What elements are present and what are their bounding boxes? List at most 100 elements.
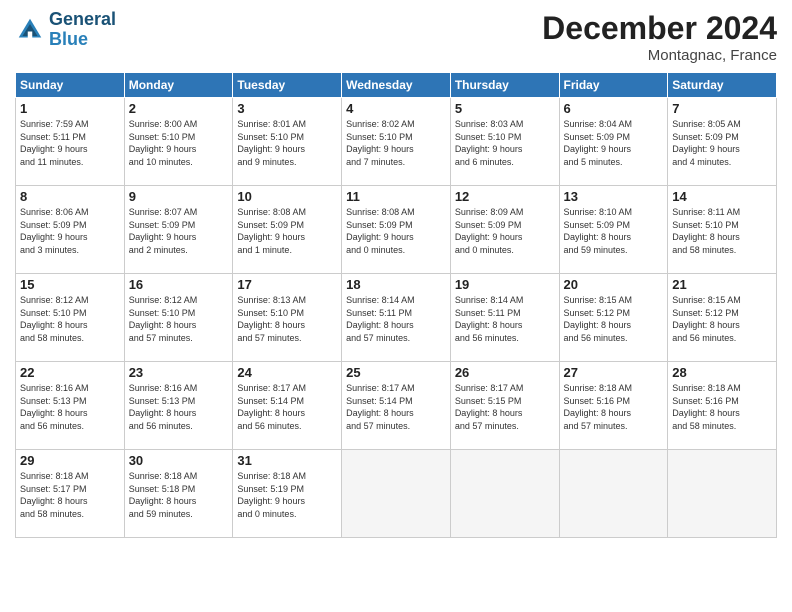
- calendar-day: 17 Sunrise: 8:13 AM Sunset: 5:10 PM Dayli…: [233, 274, 342, 362]
- day-info: Sunrise: 8:08 AM Sunset: 5:09 PM Dayligh…: [237, 206, 337, 256]
- day-info: Sunrise: 8:07 AM Sunset: 5:09 PM Dayligh…: [129, 206, 229, 256]
- calendar-day: 27 Sunrise: 8:18 AM Sunset: 5:16 PM Dayli…: [559, 362, 668, 450]
- calendar-day: [668, 450, 777, 538]
- calendar-day: 13 Sunrise: 8:10 AM Sunset: 5:09 PM Dayli…: [559, 186, 668, 274]
- day-number: 14: [672, 189, 772, 204]
- calendar-day: 25 Sunrise: 8:17 AM Sunset: 5:14 PM Dayli…: [342, 362, 451, 450]
- calendar-day: [342, 450, 451, 538]
- day-info: Sunrise: 8:04 AM Sunset: 5:09 PM Dayligh…: [564, 118, 664, 168]
- day-info: Sunrise: 8:14 AM Sunset: 5:11 PM Dayligh…: [346, 294, 446, 344]
- day-number: 31: [237, 453, 337, 468]
- day-number: 24: [237, 365, 337, 380]
- day-number: 13: [564, 189, 664, 204]
- day-number: 6: [564, 101, 664, 116]
- day-number: 5: [455, 101, 555, 116]
- day-number: 15: [20, 277, 120, 292]
- calendar-day: 2Sunrise: 8:00 AM Sunset: 5:10 PM Daylig…: [124, 98, 233, 186]
- logo-text: General Blue: [49, 10, 116, 50]
- day-number: 19: [455, 277, 555, 292]
- calendar-day: 9 Sunrise: 8:07 AM Sunset: 5:09 PM Daylig…: [124, 186, 233, 274]
- day-number: 12: [455, 189, 555, 204]
- day-info: Sunrise: 8:17 AM Sunset: 5:14 PM Dayligh…: [237, 382, 337, 432]
- calendar-day: 5 Sunrise: 8:03 AM Sunset: 5:10 PM Daylig…: [450, 98, 559, 186]
- calendar-day: 29Sunrise: 8:18 AM Sunset: 5:17 PM Dayli…: [16, 450, 125, 538]
- day-number: 28: [672, 365, 772, 380]
- logo-line1: General: [49, 10, 116, 30]
- day-info: Sunrise: 8:09 AM Sunset: 5:09 PM Dayligh…: [455, 206, 555, 256]
- day-info: Sunrise: 8:17 AM Sunset: 5:14 PM Dayligh…: [346, 382, 446, 432]
- calendar-day: 31 Sunrise: 8:18 AM Sunset: 5:19 PM Dayli…: [233, 450, 342, 538]
- day-number: 9: [129, 189, 229, 204]
- logo-line2: Blue: [49, 30, 116, 50]
- day-info: Sunrise: 8:18 AM Sunset: 5:17 PM Dayligh…: [20, 470, 120, 520]
- calendar-day: 20 Sunrise: 8:15 AM Sunset: 5:12 PM Dayli…: [559, 274, 668, 362]
- day-number: 10: [237, 189, 337, 204]
- day-number: 21: [672, 277, 772, 292]
- day-number: 16: [129, 277, 229, 292]
- calendar-day: 19 Sunrise: 8:14 AM Sunset: 5:11 PM Dayli…: [450, 274, 559, 362]
- month-title: December 2024: [542, 10, 777, 47]
- calendar-day: 21Sunrise: 8:15 AM Sunset: 5:12 PM Dayli…: [668, 274, 777, 362]
- day-info: Sunrise: 8:18 AM Sunset: 5:18 PM Dayligh…: [129, 470, 229, 520]
- day-number: 2: [129, 101, 229, 116]
- day-info: Sunrise: 7:59 AM Sunset: 5:11 PM Dayligh…: [20, 118, 120, 168]
- header: General Blue December 2024 Montagnac, Fr…: [15, 10, 777, 64]
- col-tuesday: Tuesday: [233, 73, 342, 98]
- header-row: Sunday Monday Tuesday Wednesday Thursday…: [16, 73, 777, 98]
- day-number: 30: [129, 453, 229, 468]
- calendar-day: 12 Sunrise: 8:09 AM Sunset: 5:09 PM Dayli…: [450, 186, 559, 274]
- calendar-day: 8 Sunrise: 8:06 AM Sunset: 5:09 PM Daylig…: [16, 186, 125, 274]
- calendar-day: [559, 450, 668, 538]
- day-info: Sunrise: 8:08 AM Sunset: 5:09 PM Dayligh…: [346, 206, 446, 256]
- day-info: Sunrise: 8:10 AM Sunset: 5:09 PM Dayligh…: [564, 206, 664, 256]
- day-number: 4: [346, 101, 446, 116]
- calendar-week-1: 1Sunrise: 7:59 AM Sunset: 5:11 PM Daylig…: [16, 98, 777, 186]
- calendar-day: [450, 450, 559, 538]
- calendar-day: 18 Sunrise: 8:14 AM Sunset: 5:11 PM Dayli…: [342, 274, 451, 362]
- col-monday: Monday: [124, 73, 233, 98]
- day-number: 26: [455, 365, 555, 380]
- calendar-day: 4 Sunrise: 8:02 AM Sunset: 5:10 PM Daylig…: [342, 98, 451, 186]
- calendar-day: 16 Sunrise: 8:12 AM Sunset: 5:10 PM Dayli…: [124, 274, 233, 362]
- day-info: Sunrise: 8:03 AM Sunset: 5:10 PM Dayligh…: [455, 118, 555, 168]
- calendar-day: 24 Sunrise: 8:17 AM Sunset: 5:14 PM Dayli…: [233, 362, 342, 450]
- day-number: 17: [237, 277, 337, 292]
- day-number: 3: [237, 101, 337, 116]
- day-info: Sunrise: 8:16 AM Sunset: 5:13 PM Dayligh…: [129, 382, 229, 432]
- col-wednesday: Wednesday: [342, 73, 451, 98]
- day-number: 18: [346, 277, 446, 292]
- day-info: Sunrise: 8:02 AM Sunset: 5:10 PM Dayligh…: [346, 118, 446, 168]
- day-info: Sunrise: 8:12 AM Sunset: 5:10 PM Dayligh…: [129, 294, 229, 344]
- col-friday: Friday: [559, 73, 668, 98]
- day-info: Sunrise: 8:18 AM Sunset: 5:19 PM Dayligh…: [237, 470, 337, 520]
- location-subtitle: Montagnac, France: [542, 47, 777, 64]
- calendar-day: 1Sunrise: 7:59 AM Sunset: 5:11 PM Daylig…: [16, 98, 125, 186]
- day-info: Sunrise: 8:13 AM Sunset: 5:10 PM Dayligh…: [237, 294, 337, 344]
- calendar-day: 15Sunrise: 8:12 AM Sunset: 5:10 PM Dayli…: [16, 274, 125, 362]
- day-info: Sunrise: 8:06 AM Sunset: 5:09 PM Dayligh…: [20, 206, 120, 256]
- calendar-week-3: 15 Sunrise: 8:12 AM Sunset: 5:10 PM Dayli…: [16, 274, 777, 362]
- calendar-day: 11Sunrise: 8:08 AM Sunset: 5:09 PM Dayli…: [342, 186, 451, 274]
- calendar-table: Sunday Monday Tuesday Wednesday Thursday…: [15, 72, 777, 538]
- calendar-week-2: 8 Sunrise: 8:06 AM Sunset: 5:09 PM Daylig…: [16, 186, 777, 274]
- day-info: Sunrise: 8:14 AM Sunset: 5:11 PM Dayligh…: [455, 294, 555, 344]
- day-info: Sunrise: 8:17 AM Sunset: 5:15 PM Dayligh…: [455, 382, 555, 432]
- calendar-day: 3 Sunrise: 8:01 AM Sunset: 5:10 PM Daylig…: [233, 98, 342, 186]
- calendar-week-5: 29Sunrise: 8:18 AM Sunset: 5:17 PM Dayli…: [16, 450, 777, 538]
- day-number: 8: [20, 189, 120, 204]
- calendar-day: 10 Sunrise: 8:08 AM Sunset: 5:09 PM Dayli…: [233, 186, 342, 274]
- logo: General Blue: [15, 10, 116, 50]
- day-number: 25: [346, 365, 446, 380]
- day-number: 27: [564, 365, 664, 380]
- calendar-week-4: 22 Sunrise: 8:16 AM Sunset: 5:13 PM Dayli…: [16, 362, 777, 450]
- day-info: Sunrise: 8:01 AM Sunset: 5:10 PM Dayligh…: [237, 118, 337, 168]
- calendar-day: 14Sunrise: 8:11 AM Sunset: 5:10 PM Dayli…: [668, 186, 777, 274]
- col-sunday: Sunday: [16, 73, 125, 98]
- day-info: Sunrise: 8:18 AM Sunset: 5:16 PM Dayligh…: [564, 382, 664, 432]
- calendar-day: 26 Sunrise: 8:17 AM Sunset: 5:15 PM Dayli…: [450, 362, 559, 450]
- day-info: Sunrise: 8:05 AM Sunset: 5:09 PM Dayligh…: [672, 118, 772, 168]
- calendar-day: 22Sunrise: 8:16 AM Sunset: 5:13 PM Dayli…: [16, 362, 125, 450]
- day-info: Sunrise: 8:15 AM Sunset: 5:12 PM Dayligh…: [564, 294, 664, 344]
- day-number: 22: [20, 365, 120, 380]
- day-number: 20: [564, 277, 664, 292]
